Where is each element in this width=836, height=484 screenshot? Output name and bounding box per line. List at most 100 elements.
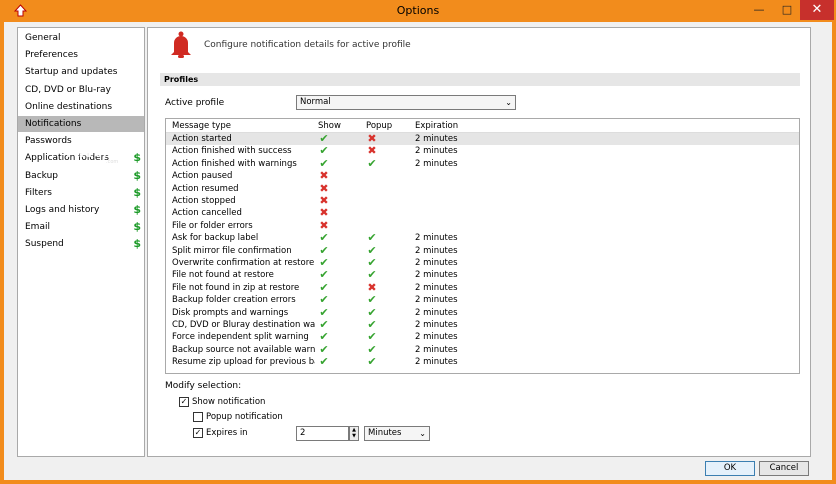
check-icon[interactable]: ✔ <box>318 320 330 330</box>
sidebar-item-notifications[interactable]: Notifications <box>18 116 144 132</box>
column-header-show[interactable]: Show <box>318 121 341 131</box>
table-row[interactable]: Action finished with success ✔ ✖ 2 minutes <box>166 145 799 157</box>
table-row[interactable]: Action paused ✖ <box>166 170 799 182</box>
show-notification-label[interactable]: Show notification <box>192 397 265 407</box>
sidebar-item-preferences[interactable]: Preferences <box>18 47 144 63</box>
check-icon[interactable]: ✔ <box>366 159 378 169</box>
sidebar-item-label: Passwords <box>25 136 72 147</box>
cross-icon[interactable]: ✖ <box>366 146 378 156</box>
table-row[interactable]: Overwrite confirmation at restore ✔ ✔ 2 min… <box>166 257 799 269</box>
cross-icon[interactable]: ✖ <box>318 208 330 218</box>
table-row[interactable]: Action finished with warnings ✔ ✔ 2 minutes <box>166 158 799 170</box>
table-row[interactable]: CD, DVD or Bluray destination warni...✔✔… <box>166 319 799 331</box>
expires-unit-select[interactable]: Minutes ⌄ <box>364 426 430 441</box>
column-header-message-type[interactable]: Message type <box>172 121 231 131</box>
table-row[interactable]: Action stopped ✖ <box>166 195 799 207</box>
cross-icon[interactable]: ✖ <box>318 221 330 231</box>
expiration-cell: 2 minutes <box>415 134 458 144</box>
table-row[interactable]: Backup folder creation errors ✔ ✔ 2 minutes <box>166 294 799 306</box>
popup-notification-label[interactable]: Popup notification <box>206 412 283 422</box>
title-bar[interactable]: Options — □ ✕ <box>0 0 836 22</box>
sidebar-item-logs-and-history[interactable]: Logs and history $ <box>18 202 144 218</box>
cross-icon[interactable]: ✖ <box>366 134 378 144</box>
check-icon[interactable]: ✔ <box>366 332 378 342</box>
sidebar-item-general[interactable]: General <box>18 30 144 46</box>
ok-button[interactable]: OK <box>705 461 755 476</box>
expiration-cell: 2 minutes <box>415 258 458 268</box>
sidebar-item-suspend[interactable]: Suspend $ <box>18 236 144 252</box>
check-icon[interactable]: ✔ <box>366 320 378 330</box>
sidebar-item-filters[interactable]: Filters $ <box>18 185 144 201</box>
table-row[interactable]: Action started ✔ ✖ 2 minutes <box>166 133 799 146</box>
dollar-icon: $ <box>133 203 141 216</box>
close-icon[interactable]: ✕ <box>800 0 834 20</box>
check-icon[interactable]: ✔ <box>318 146 330 156</box>
expires-in-checkbox[interactable]: ✓ <box>193 428 203 438</box>
sidebar-item-label: Email <box>25 222 50 233</box>
message-type-cell: File or folder errors <box>172 220 253 231</box>
table-row[interactable]: File not found at restore ✔ ✔ 2 minutes <box>166 269 799 281</box>
table-row[interactable]: Disk prompts and warnings ✔ ✔ 2 minutes <box>166 307 799 319</box>
sidebar-item-startup-and-updates[interactable]: Startup and updates <box>18 64 144 80</box>
expiration-cell: 2 minutes <box>415 146 458 157</box>
table-row[interactable]: Backup source not available warning ✔ ✔ 2 m… <box>166 344 799 356</box>
check-icon[interactable]: ✔ <box>318 246 330 256</box>
table-row[interactable]: File or folder errors ✖ <box>166 220 799 232</box>
check-icon[interactable]: ✔ <box>366 270 378 280</box>
active-profile-label: Active profile <box>165 98 225 108</box>
column-header-popup[interactable]: Popup <box>366 121 392 131</box>
check-icon[interactable]: ✔ <box>318 159 330 169</box>
expiration-cell: 2 minutes <box>415 282 458 293</box>
table-row[interactable]: Split mirror file confirmation ✔ ✔ 2 minute… <box>166 245 799 257</box>
expires-spinner[interactable]: ▲ ▼ <box>349 426 359 441</box>
table-row[interactable]: Resume zip upload for previous back...✔✔… <box>166 356 799 368</box>
check-icon[interactable]: ✔ <box>318 308 330 318</box>
sidebar-item-online-destinations[interactable]: Online destinations <box>18 99 144 115</box>
sidebar-item-backup[interactable]: Backup $ <box>18 168 144 184</box>
cross-icon[interactable]: ✖ <box>318 171 330 181</box>
maximize-icon[interactable]: □ <box>776 0 798 20</box>
notification-grid[interactable]: Message type Show Popup Expiration Actio… <box>165 118 800 374</box>
cross-icon[interactable]: ✖ <box>318 184 330 194</box>
check-icon[interactable]: ✔ <box>318 332 330 342</box>
column-header-expiration[interactable]: Expiration <box>415 121 458 131</box>
cross-icon[interactable]: ✖ <box>318 196 330 206</box>
sidebar-item-email[interactable]: Email $ <box>18 219 144 235</box>
show-notification-checkbox[interactable]: ✓ <box>179 397 189 407</box>
table-row[interactable]: Action cancelled ✖ <box>166 207 799 219</box>
popup-notification-checkbox[interactable] <box>193 412 203 422</box>
active-profile-select[interactable]: Normal ⌄ <box>296 95 516 110</box>
check-icon[interactable]: ✔ <box>318 345 330 355</box>
message-type-cell: Action finished with warnings <box>172 158 297 169</box>
dollar-icon: $ <box>133 168 141 182</box>
check-icon[interactable]: ✔ <box>366 308 378 318</box>
check-icon[interactable]: ✔ <box>366 246 378 256</box>
message-type-cell: File not found in zip at restore <box>172 282 300 293</box>
check-icon[interactable]: ✔ <box>318 258 330 268</box>
check-icon[interactable]: ✔ <box>366 258 378 268</box>
table-row[interactable]: Action resumed ✖ <box>166 183 799 195</box>
minimize-icon[interactable]: — <box>748 0 770 20</box>
check-icon[interactable]: ✔ <box>318 270 330 280</box>
table-row[interactable]: File not found in zip at restore ✔ ✖ 2 minu… <box>166 282 799 294</box>
check-icon[interactable]: ✔ <box>318 233 330 243</box>
check-icon[interactable]: ✔ <box>366 345 378 355</box>
table-row[interactable]: Force independent split warning ✔ ✔ 2 minut… <box>166 331 799 343</box>
expiration-cell: 2 minutes <box>415 332 458 343</box>
expiration-cell: 2 minutes <box>415 357 458 368</box>
cross-icon[interactable]: ✖ <box>366 283 378 293</box>
cancel-button[interactable]: Cancel <box>759 461 809 476</box>
check-icon[interactable]: ✔ <box>366 233 378 243</box>
expires-in-label[interactable]: Expires in <box>206 428 248 438</box>
sidebar-item-cd-dvd-or-blu-ray[interactable]: CD, DVD or Blu-ray <box>18 82 144 98</box>
check-icon[interactable]: ✔ <box>318 295 330 305</box>
check-icon[interactable]: ✔ <box>318 283 330 293</box>
table-row[interactable]: Ask for backup label ✔ ✔ 2 minutes <box>166 232 799 244</box>
profiles-section-header: Profiles <box>160 73 800 86</box>
check-icon[interactable]: ✔ <box>318 134 330 144</box>
expires-in-input[interactable]: 2 <box>296 426 349 441</box>
check-icon[interactable]: ✔ <box>366 357 378 367</box>
check-icon[interactable]: ✔ <box>318 357 330 367</box>
check-icon[interactable]: ✔ <box>366 295 378 305</box>
dollar-icon: $ <box>133 237 141 251</box>
